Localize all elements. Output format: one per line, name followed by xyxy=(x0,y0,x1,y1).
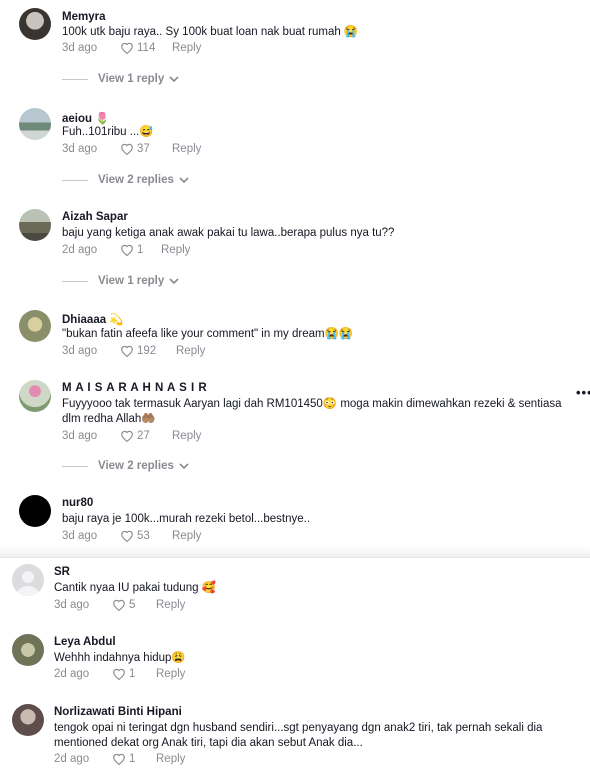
like-button[interactable]: 114 xyxy=(120,41,172,54)
comment-date: 2d ago xyxy=(62,243,98,256)
reply-button[interactable]: Reply xyxy=(156,599,185,611)
view-replies-button[interactable]: View 2 replies xyxy=(62,460,189,472)
heart-outline-icon xyxy=(121,530,133,542)
divider-line xyxy=(62,465,88,467)
like-button[interactable]: 1 xyxy=(112,752,156,765)
view-replies-label: View 2 replies xyxy=(98,174,174,186)
comment-author[interactable]: Aizah Sapar xyxy=(62,211,128,223)
avatar[interactable] xyxy=(19,8,51,40)
view-replies-label: View 1 reply xyxy=(98,73,165,85)
comment-date: 2d ago xyxy=(54,752,90,765)
comment-text: Fuh..101ribu ...😅 xyxy=(62,126,154,138)
heart-outline-icon xyxy=(121,244,133,256)
comment-meta: 3d ago 53 Reply xyxy=(62,529,201,542)
comment-author[interactable]: aeiou 🌷 xyxy=(62,111,110,125)
avatar[interactable] xyxy=(19,209,51,241)
comment-author[interactable]: Leya Abdul xyxy=(54,636,116,648)
comment-text: 100k utk baju raya.. Sy 100k buat loan n… xyxy=(62,26,359,38)
comment-date: 3d ago xyxy=(62,344,98,357)
comment-meta: 3d ago 37 Reply xyxy=(62,142,201,155)
comment-meta: 2d ago 1 Reply xyxy=(62,243,190,256)
comment-meta: 3d ago 27 Reply xyxy=(62,429,201,442)
chevron-down-icon xyxy=(179,176,189,183)
avatar[interactable] xyxy=(19,108,51,140)
reply-button[interactable]: Reply xyxy=(161,244,190,256)
comment-text: tengok opai ni teringat dgn husband send… xyxy=(54,722,543,749)
avatar[interactable] xyxy=(12,564,44,596)
comment-date: 3d ago xyxy=(62,529,98,542)
divider-line xyxy=(62,280,88,282)
reply-button[interactable]: Reply xyxy=(172,530,201,542)
comment-text: "bukan fatin afeefa like your comment" i… xyxy=(62,328,354,340)
view-replies-button[interactable]: View 1 reply xyxy=(62,73,179,85)
heart-outline-icon xyxy=(121,143,133,155)
like-count: 5 xyxy=(129,598,136,611)
heart-outline-icon xyxy=(113,599,125,611)
comment-text: Fuyyyooo tak termasuk Aaryan lagi dah RM… xyxy=(62,398,562,425)
like-button[interactable]: 53 xyxy=(120,529,172,542)
like-count: 114 xyxy=(137,41,156,54)
comment-meta: 2d ago 1 Reply xyxy=(54,667,185,680)
comment-meta: 3d ago 192 Reply xyxy=(62,344,205,357)
reply-button[interactable]: Reply xyxy=(156,753,185,765)
comment-date: 3d ago xyxy=(62,429,98,442)
reply-button[interactable]: Reply xyxy=(156,668,185,680)
comment-date: 3d ago xyxy=(62,41,98,54)
view-replies-button[interactable]: View 2 replies xyxy=(62,174,189,186)
chevron-down-icon xyxy=(169,75,179,82)
comment-author[interactable]: M A I S A R A H N A S I R xyxy=(62,382,207,394)
like-count: 37 xyxy=(137,142,150,155)
comment-author[interactable]: Memyra xyxy=(62,11,105,23)
heart-outline-icon xyxy=(113,753,125,765)
reply-button[interactable]: Reply xyxy=(172,42,201,54)
comment-author[interactable]: Norlizawati Binti Hipani xyxy=(54,706,182,718)
avatar[interactable] xyxy=(19,380,51,412)
view-replies-label: View 1 reply xyxy=(98,275,165,287)
like-count: 53 xyxy=(137,529,150,542)
avatar[interactable] xyxy=(12,704,44,736)
comment-meta: 3d ago 5 Reply xyxy=(54,598,185,611)
comment-author[interactable]: Dhiaaaa 💫 xyxy=(62,312,124,326)
comment-text: baju yang ketiga anak awak pakai tu lawa… xyxy=(62,227,395,239)
comment-meta: 3d ago 114 Reply xyxy=(62,41,201,54)
view-replies-button[interactable]: View 1 reply xyxy=(62,275,179,287)
comment-date: 3d ago xyxy=(54,598,90,611)
comment-meta: 2d ago 1 Reply xyxy=(54,752,185,765)
like-button[interactable]: 5 xyxy=(112,598,156,611)
reply-button[interactable]: Reply xyxy=(172,143,201,155)
like-count: 27 xyxy=(137,429,150,442)
comment-text: Cantik nyaa IU pakai tudung 🥰 xyxy=(54,582,216,594)
chevron-down-icon xyxy=(169,277,179,284)
like-button[interactable]: 1 xyxy=(112,667,156,680)
like-count: 1 xyxy=(137,243,144,256)
chevron-down-icon xyxy=(179,462,189,469)
avatar[interactable] xyxy=(19,495,51,527)
heart-outline-icon xyxy=(121,42,133,54)
like-button[interactable]: 27 xyxy=(120,429,172,442)
default-avatar-icon xyxy=(17,571,39,596)
like-count: 1 xyxy=(129,752,136,765)
like-button[interactable]: 192 xyxy=(120,344,176,357)
like-button[interactable]: 1 xyxy=(120,243,161,256)
avatar[interactable] xyxy=(12,634,44,666)
reply-button[interactable]: Reply xyxy=(176,345,205,357)
comment-date: 3d ago xyxy=(62,142,98,155)
reply-button[interactable]: Reply xyxy=(172,430,201,442)
comment-text: Wehhh indahnya hidup😩 xyxy=(54,652,186,664)
comment-author[interactable]: SR xyxy=(54,566,70,578)
like-count: 1 xyxy=(129,667,136,680)
comment-text: baju raya je 100k...murah rezeki betol..… xyxy=(62,513,311,525)
comment-date: 2d ago xyxy=(54,667,90,680)
section-divider xyxy=(0,546,590,558)
divider-line xyxy=(62,179,88,181)
comment-author[interactable]: nur80 xyxy=(62,497,93,509)
like-count: 192 xyxy=(137,344,157,357)
heart-outline-icon xyxy=(121,430,133,442)
divider-line xyxy=(62,78,88,80)
heart-outline-icon xyxy=(121,345,133,357)
heart-outline-icon xyxy=(113,668,125,680)
avatar[interactable] xyxy=(19,310,51,342)
like-button[interactable]: 37 xyxy=(120,142,172,155)
view-replies-label: View 2 replies xyxy=(98,460,174,472)
